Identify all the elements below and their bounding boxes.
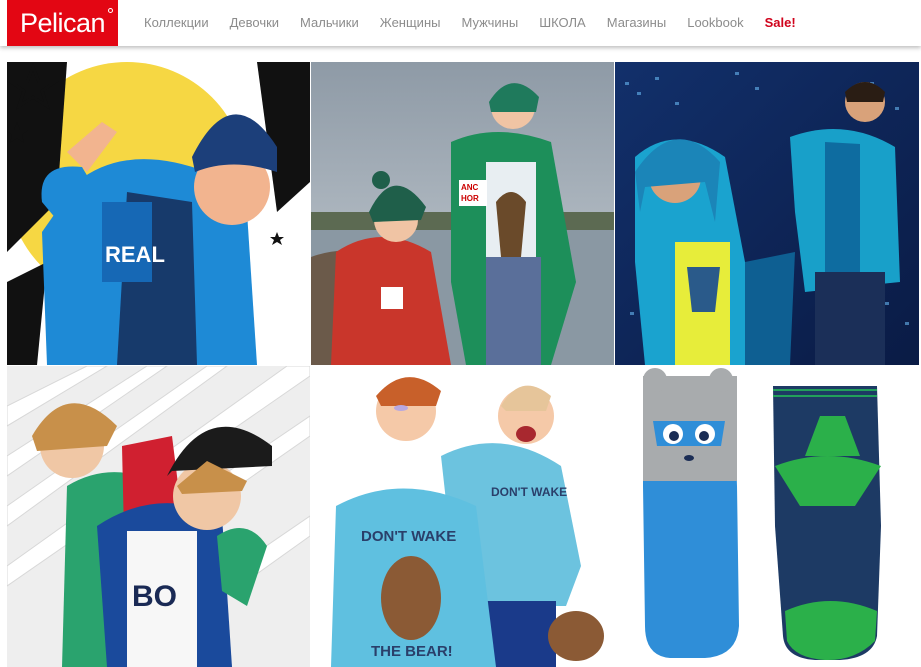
photo-tile-boys-city-night[interactable]	[615, 62, 919, 365]
nav-item-collections[interactable]: Коллекции	[144, 15, 209, 31]
tile-5-front-shirt-text-2: THE BEAR!	[371, 643, 453, 660]
boys-stadium-photo: BO	[7, 366, 310, 667]
tile-2-badge-line-1: ANC	[461, 183, 479, 192]
photo-tile-socks[interactable]	[615, 366, 919, 667]
tile-5-back-shirt-text: DON'T WAKE	[491, 485, 567, 499]
nav-item-school[interactable]: ШКОЛА	[539, 15, 586, 31]
boy-blue-jacket-photo: REAL	[7, 62, 310, 365]
tile-1-shirt-text: REAL	[105, 242, 165, 267]
boys-pajamas-photo: DON'T WAKE DON'T WAKE THE BEAR!	[311, 366, 614, 667]
boys-city-night-photo	[615, 62, 919, 365]
boys-by-water-photo: ANC HOR	[311, 62, 614, 365]
nav-item-boys[interactable]: Мальчики	[300, 15, 359, 31]
lookbook-grid: REAL ANC HOR BO DON'T WAKE DON'T WAKE TH…	[7, 62, 919, 667]
registered-mark-icon	[108, 8, 113, 13]
tile-5-front-shirt-text: DON'T WAKE	[361, 528, 456, 545]
pelican-logo[interactable]: Pelican	[7, 0, 118, 46]
photo-tile-boy-blue-jacket[interactable]: REAL	[7, 62, 310, 365]
tile-4-shirt-text: BO	[132, 580, 177, 613]
photo-tile-boys-stadium[interactable]: BO	[7, 366, 310, 667]
photo-tile-boys-by-water[interactable]: ANC HOR	[311, 62, 614, 365]
logo-wordmark: Pelican	[19, 7, 106, 38]
tile-2-badge-line-2: HOR	[461, 194, 479, 203]
photo-tile-boys-pajamas[interactable]: DON'T WAKE DON'T WAKE THE BEAR!	[311, 366, 614, 667]
main-nav: Коллекции Девочки Мальчики Женщины Мужчи…	[144, 15, 796, 31]
nav-item-men[interactable]: Мужчины	[461, 15, 518, 31]
nav-item-women[interactable]: Женщины	[380, 15, 441, 31]
nav-item-girls[interactable]: Девочки	[230, 15, 279, 31]
socks-photo	[615, 366, 919, 667]
site-header: Pelican Коллекции Девочки Мальчики Женщи…	[0, 0, 921, 46]
nav-item-stores[interactable]: Магазины	[607, 15, 667, 31]
nav-item-sale[interactable]: Sale!	[765, 15, 796, 31]
nav-item-lookbook[interactable]: Lookbook	[687, 15, 743, 31]
